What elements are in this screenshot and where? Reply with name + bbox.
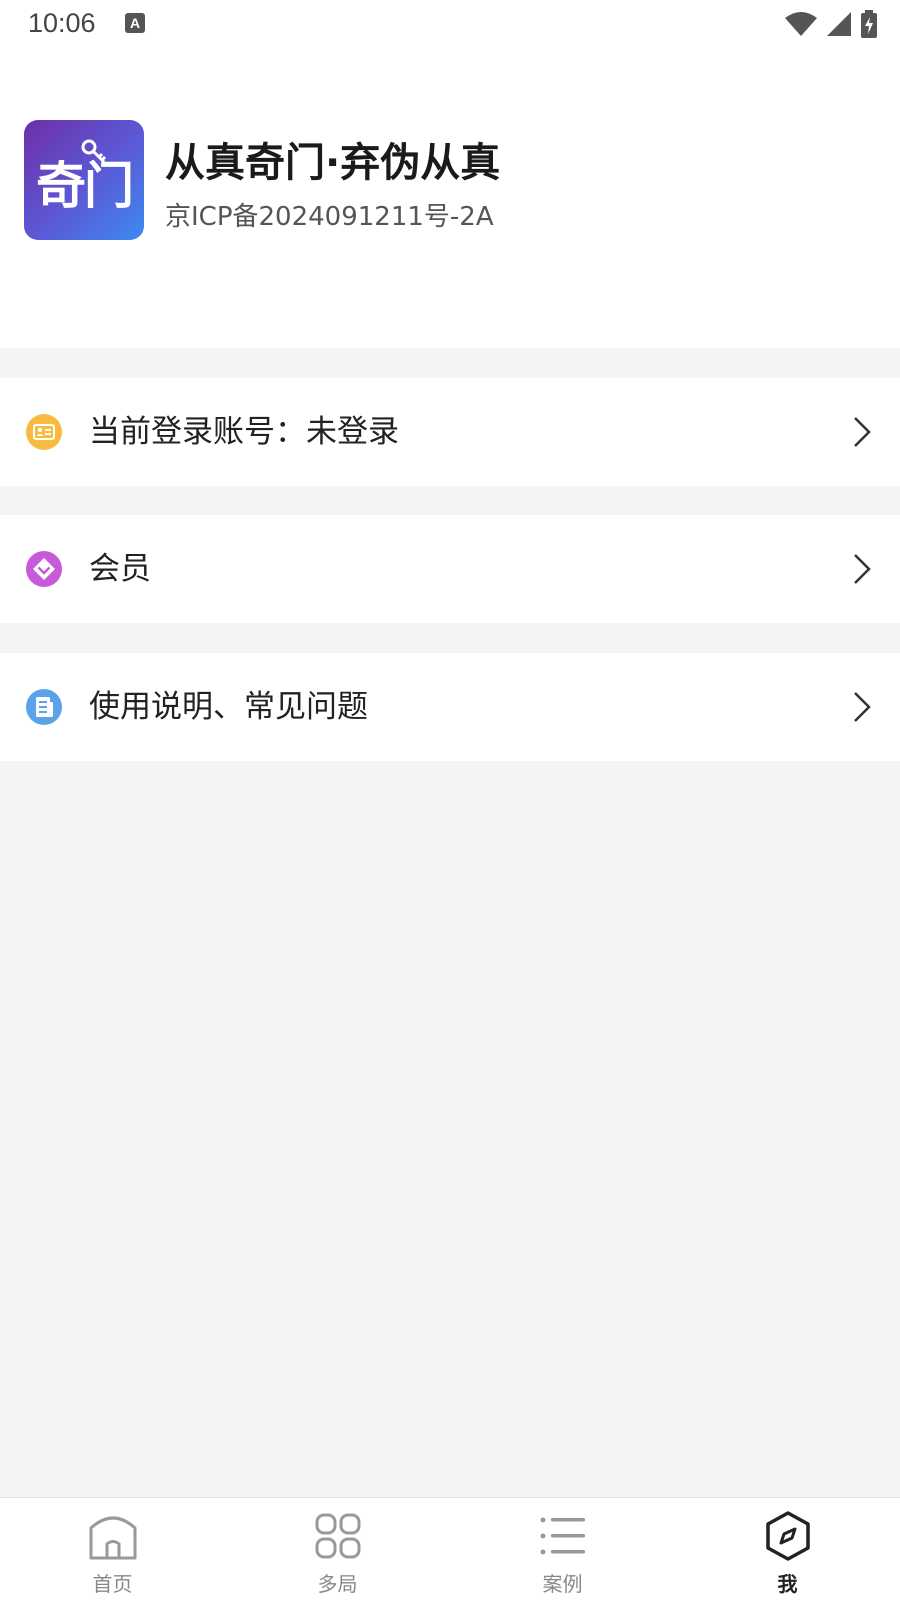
chevron-right-icon	[854, 554, 871, 584]
app-title: 从真奇门·弃伪从真	[165, 140, 501, 186]
tab-home[interactable]: 首页	[0, 1498, 225, 1600]
battery-icon	[861, 10, 877, 38]
status-time: 10:06	[28, 8, 96, 38]
tab-label: 首页	[92, 1572, 133, 1596]
chevron-right-icon	[854, 692, 871, 722]
bottom-tab-bar: 首页 多局 案例 我	[0, 1497, 900, 1600]
status-bar: 10:06 A	[0, 0, 900, 48]
menu-item-label: 使用说明、常见问题	[89, 689, 368, 725]
tab-label: 我	[777, 1572, 798, 1596]
menu-item-label: 会员	[89, 551, 151, 587]
tab-me[interactable]: 我	[675, 1498, 900, 1600]
grid-icon	[315, 1513, 361, 1559]
tab-multi[interactable]: 多局	[225, 1498, 450, 1600]
list-icon	[540, 1517, 585, 1555]
tab-cases[interactable]: 案例	[450, 1498, 675, 1600]
chevron-right-icon	[854, 417, 871, 447]
status-indicators	[784, 10, 878, 38]
tab-label: 多局	[317, 1572, 358, 1596]
menu-item-label: 当前登录账号：未登录	[89, 414, 399, 450]
keyboard-notification-icon: A	[125, 13, 145, 33]
key-icon	[81, 139, 107, 164]
menu-item-login-account[interactable]: 当前登录账号：未登录	[0, 378, 900, 486]
menu-item-membership[interactable]: 会员	[0, 515, 900, 623]
wifi-icon	[785, 12, 817, 36]
menu-item-help-faq[interactable]: 使用说明、常见问题	[0, 653, 900, 761]
tab-label: 案例	[542, 1572, 583, 1596]
vip-diamond-icon	[26, 551, 62, 587]
home-icon	[89, 1516, 137, 1560]
icp-license-text: 京ICP备2024091211号-2A	[165, 202, 494, 232]
document-icon	[26, 689, 62, 725]
compass-icon	[766, 1511, 810, 1561]
signal-icon	[827, 12, 851, 36]
app-logo: 奇门	[24, 120, 144, 240]
id-card-icon	[26, 414, 62, 450]
